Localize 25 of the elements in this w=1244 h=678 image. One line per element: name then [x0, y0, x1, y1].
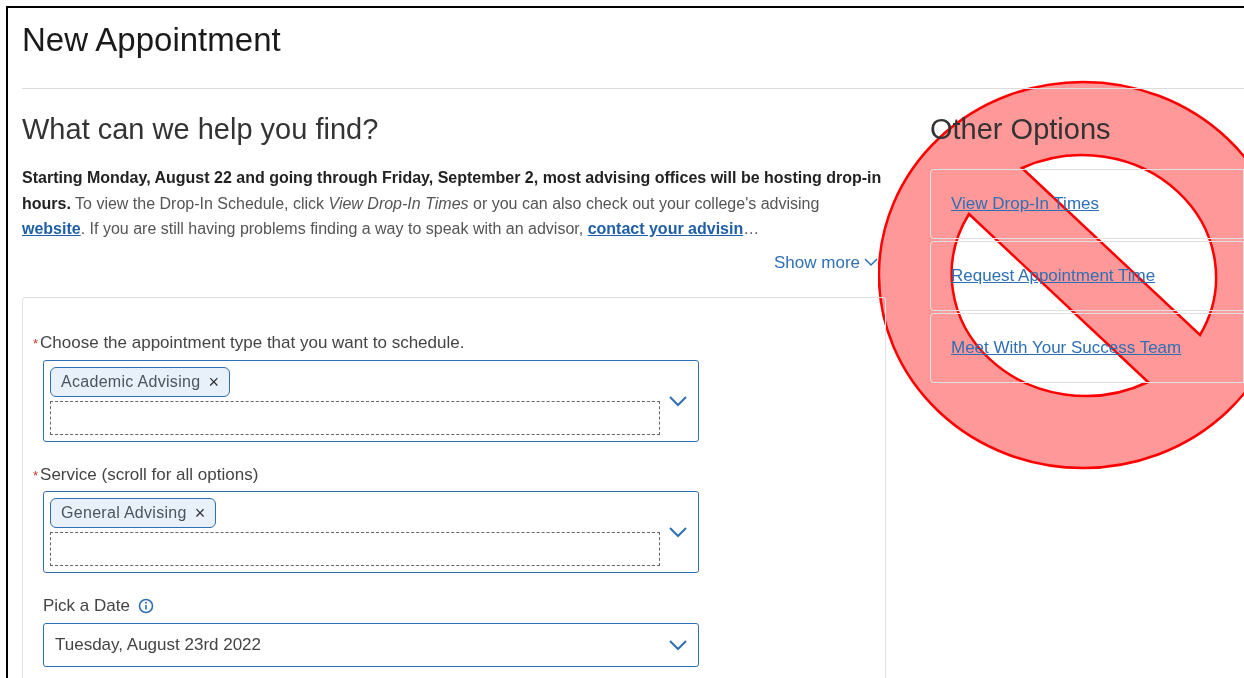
chevron-down-icon[interactable] [668, 638, 688, 651]
field-label: Choose the appointment type that you want to schedule. [40, 332, 465, 354]
page-title: New Appointment [22, 20, 282, 60]
search-input[interactable] [50, 532, 660, 566]
section-heading: What can we help you find? [22, 112, 380, 147]
info-icon[interactable] [137, 597, 154, 614]
intro-paragraph: Starting Monday, August 22 and going through Friday, September 2, most advising offices will be hosting drop-in hours. To view the Drop-In Schedule, click View Drop-In Times or you can also check out your college's advising website. If you are still having problems finding a way to speak with an advisor, contact your advisin… [22, 168, 883, 239]
field-label: Service (scroll for all options) [40, 463, 259, 486]
date-select[interactable]: Tuesday, August 23rd 2022 [43, 622, 699, 667]
chevron-down-icon[interactable] [668, 526, 688, 538]
chevron-down-icon [864, 257, 878, 267]
multi-select-field[interactable]: General Advising × [43, 491, 699, 573]
search-input[interactable] [50, 400, 660, 435]
required-asterisk: * [33, 466, 39, 485]
multi-select-field[interactable]: Academic Advising × [43, 359, 699, 442]
inline-link[interactable]: contact your advisin [587, 220, 744, 237]
chip-label: General Advising [61, 503, 187, 523]
inline-link[interactable]: website [22, 220, 81, 237]
remove-chip-button[interactable]: × [194, 504, 206, 522]
required-asterisk: * [33, 335, 39, 353]
remove-chip-button[interactable]: × [208, 372, 219, 391]
chip-label: Academic Advising [61, 371, 201, 392]
show-more-button[interactable]: Show more [774, 249, 878, 275]
field-label: Pick a Date [43, 595, 130, 617]
chevron-down-icon[interactable] [668, 394, 688, 407]
